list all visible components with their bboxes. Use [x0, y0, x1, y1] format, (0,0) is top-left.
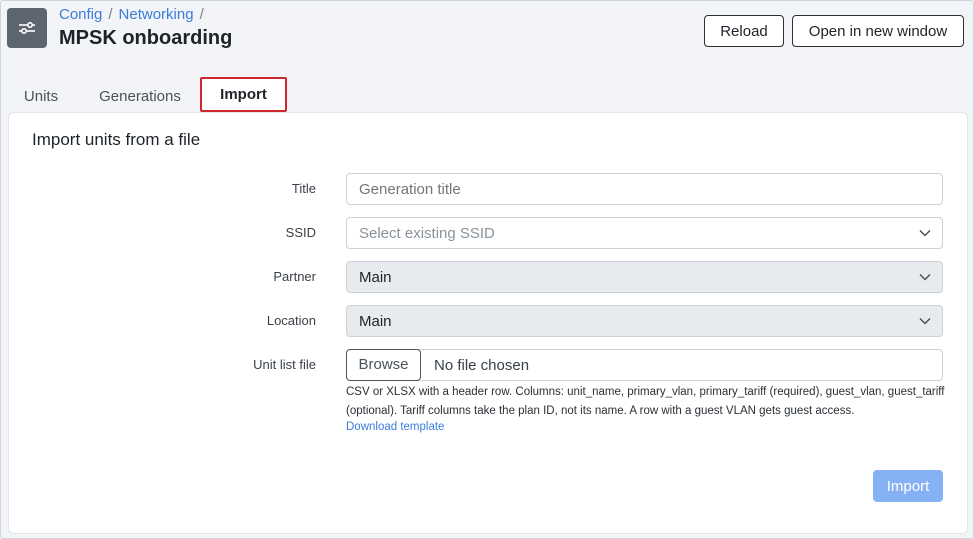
breadcrumb-separator: / — [108, 6, 113, 23]
file-help-text: CSV or XLSX with a header row. Columns: … — [346, 386, 945, 417]
browse-button[interactable]: Browse — [346, 348, 421, 381]
title-label: Title — [291, 181, 316, 196]
partner-label: Partner — [273, 269, 316, 284]
partner-select[interactable]: Main — [346, 261, 943, 293]
unit-list-file-input[interactable]: Browse No file chosen — [346, 348, 943, 381]
title-input[interactable] — [346, 173, 943, 205]
chevron-down-icon — [919, 229, 931, 237]
open-in-new-window-button[interactable]: Open in new window — [792, 15, 964, 47]
unit-list-file-label: Unit list file — [253, 357, 316, 372]
location-label: Location — [266, 313, 316, 328]
ssid-select[interactable]: Select existing SSID — [346, 217, 943, 249]
tab-units[interactable]: Units — [11, 79, 71, 113]
reload-button[interactable]: Reload — [704, 15, 784, 47]
import-button[interactable]: Import — [873, 470, 943, 502]
card-title: Import units from a file — [32, 130, 201, 149]
chevron-down-icon — [919, 273, 931, 281]
chevron-down-icon — [919, 317, 931, 325]
sliders-icon — [7, 8, 47, 48]
tab-import[interactable]: Import — [200, 77, 287, 112]
location-select-value: Main — [359, 312, 392, 330]
breadcrumb: Config / Networking / — [59, 6, 204, 23]
tab-generations[interactable]: Generations — [87, 79, 193, 113]
partner-select-value: Main — [359, 268, 392, 286]
download-template-link[interactable]: Download template — [346, 421, 444, 433]
page-title: MPSK onboarding — [59, 27, 233, 49]
breadcrumb-link-networking[interactable]: Networking — [119, 6, 194, 23]
app-frame: Config / Networking / MPSK onboarding Re… — [0, 0, 974, 539]
ssid-select-value: Select existing SSID — [359, 224, 495, 242]
ssid-label: SSID — [285, 225, 316, 240]
breadcrumb-link-config[interactable]: Config — [59, 6, 102, 23]
file-status: No file chosen — [434, 356, 530, 374]
location-select[interactable]: Main — [346, 305, 943, 337]
breadcrumb-separator: / — [199, 6, 204, 23]
